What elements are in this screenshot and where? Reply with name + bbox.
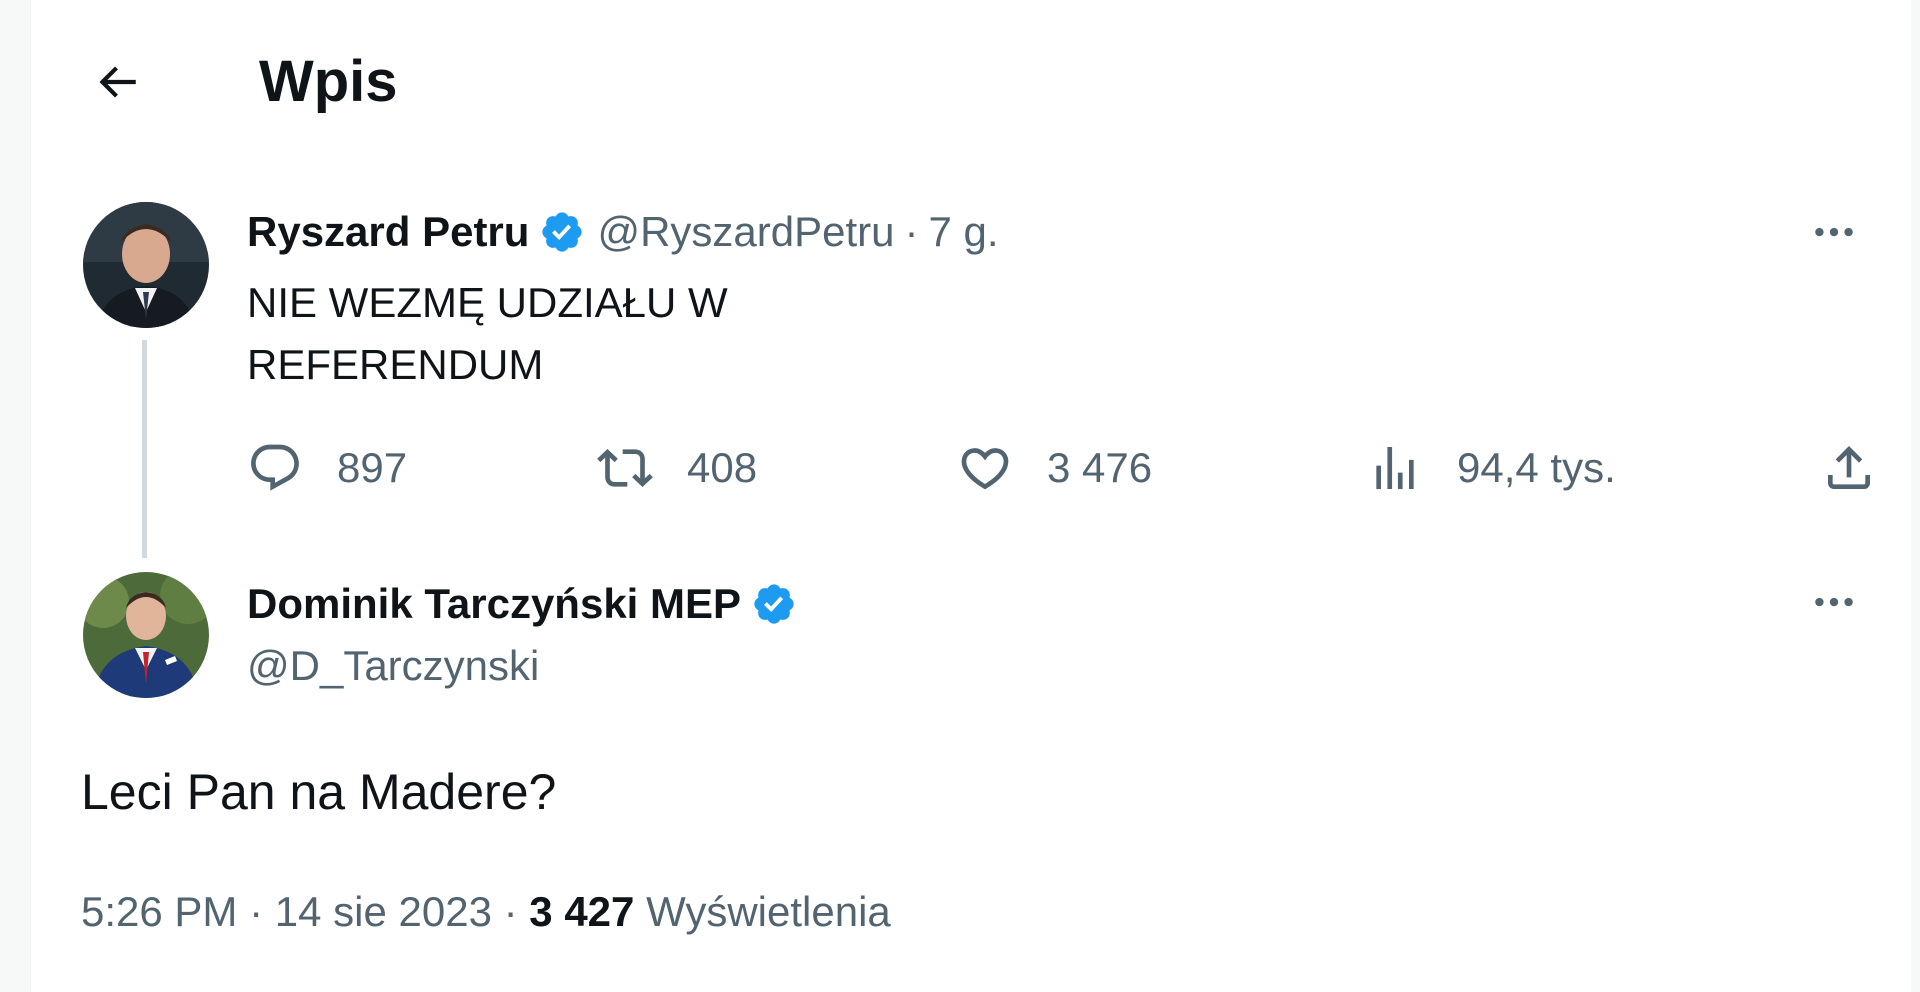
- thread-connector-line: [142, 340, 147, 558]
- tweet-timestamp[interactable]: 5:26 PM: [81, 888, 237, 935]
- separator-dot: ·: [503, 888, 518, 935]
- author-display-name[interactable]: Ryszard Petru: [247, 206, 529, 258]
- retweet-icon: [597, 449, 653, 487]
- verified-badge-icon[interactable]: [751, 581, 797, 627]
- avatar-dominik-tarczynski[interactable]: [83, 572, 209, 698]
- reply-tweet-author-row: Dominik Tarczyński MEP: [247, 578, 809, 630]
- arrow-left-icon: [99, 66, 136, 98]
- tweet-text-line: REFERENDUM: [247, 341, 544, 388]
- tweet-time[interactable]: 7 g.: [929, 206, 999, 258]
- views-label: Wyświetlenia: [646, 888, 891, 935]
- analytics-icon: [1376, 447, 1414, 489]
- like-button[interactable]: 3 476: [957, 438, 1152, 498]
- views-button[interactable]: 94,4 tys.: [1367, 438, 1616, 498]
- author-display-name[interactable]: Dominik Tarczyński MEP: [247, 578, 741, 630]
- views-count: 3 427: [529, 888, 635, 935]
- views-count: 94,4 tys.: [1457, 444, 1616, 491]
- parent-tweet-author-row: Ryszard Petru @RyszardPetru · 7 g.: [247, 206, 999, 258]
- parent-tweet-text: NIE WEZMĘ UDZIAŁU W REFERENDUM: [247, 272, 728, 396]
- heart-icon: [961, 448, 1009, 490]
- tweet-text-line: NIE WEZMĘ UDZIAŁU W: [247, 279, 728, 326]
- more-horizontal-icon: [1815, 227, 1853, 237]
- share-button[interactable]: [1821, 438, 1877, 498]
- reply-count: 897: [337, 444, 408, 491]
- tweet-date[interactable]: 14 sie 2023: [275, 888, 492, 935]
- back-button[interactable]: [81, 46, 153, 118]
- avatar-image: [83, 202, 209, 328]
- more-horizontal-icon: [1815, 597, 1853, 607]
- reply-button[interactable]: 897: [247, 438, 407, 498]
- avatar-image: [83, 572, 209, 698]
- tweet-detail-page: Wpis Ryszard Petru @RyszardPetru · 7 g. …: [30, 0, 1911, 992]
- author-handle[interactable]: @RyszardPetru: [597, 206, 894, 258]
- page-title: Wpis: [259, 49, 398, 114]
- share-icon: [1828, 446, 1870, 489]
- page-header: Wpis: [31, 0, 1911, 160]
- separator-dot: ·: [249, 888, 264, 935]
- reply-tweet-handle-row: @D_Tarczynski: [247, 640, 539, 692]
- parent-tweet-more-button[interactable]: [1804, 202, 1864, 262]
- reply-tweet-text: Leci Pan na Madere?: [81, 764, 557, 820]
- author-handle[interactable]: @D_Tarczynski: [247, 640, 539, 692]
- avatar-ryszard-petru[interactable]: [83, 202, 209, 328]
- tweet-metadata: 5:26 PM · 14 sie 2023 · 3 427 Wyświetlen…: [81, 884, 891, 940]
- verified-badge-icon[interactable]: [539, 209, 585, 255]
- retweet-count: 408: [687, 444, 758, 491]
- reply-icon: [251, 444, 299, 491]
- reply-tweet-more-button[interactable]: [1804, 572, 1864, 632]
- like-count: 3 476: [1047, 444, 1153, 491]
- retweet-button[interactable]: 408: [597, 438, 757, 498]
- separator-dot: ·: [904, 208, 919, 255]
